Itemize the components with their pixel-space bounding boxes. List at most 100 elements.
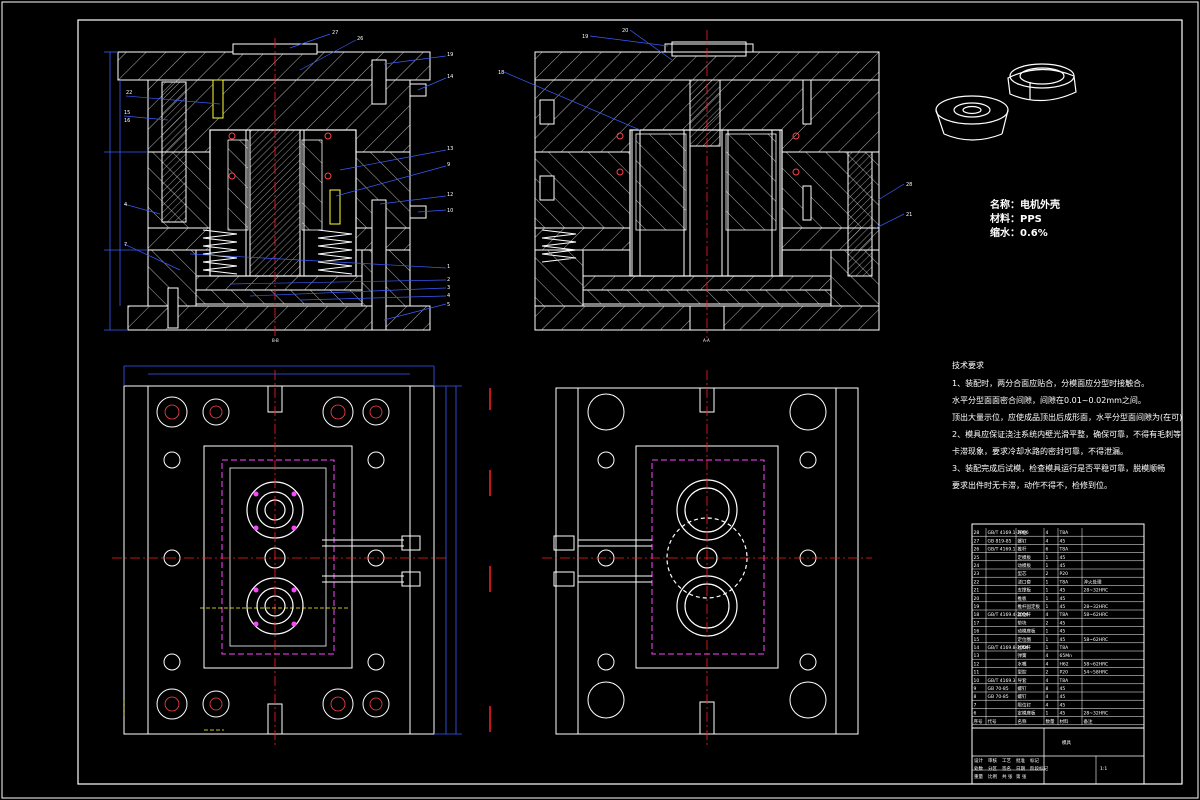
- bom-cell: 4: [1046, 678, 1049, 684]
- bom-cell: GB/T 4169.1: [988, 547, 1016, 553]
- bom-cell: 28: [974, 530, 980, 536]
- title-block-label: 工艺: [1002, 758, 1011, 764]
- drawing-title: 模具: [1062, 739, 1071, 746]
- bom-cell: 58~62HRC: [1084, 637, 1109, 643]
- bom-cell: 21: [974, 588, 980, 594]
- tech-req-line: 卡滞现象，要求冷却水路的密封可靠，不得泄漏。: [952, 446, 1128, 456]
- bom-cell: 2: [1046, 571, 1049, 577]
- tech-req-title: 技术要求: [952, 360, 984, 370]
- bom-cell: 浇口套: [1018, 578, 1032, 585]
- bom-cell: T8A: [1059, 547, 1070, 553]
- bom-cell: 17: [974, 620, 980, 626]
- bom-cell: 4: [1046, 694, 1049, 700]
- bom-cell: 限位钉: [1018, 701, 1032, 708]
- bom-cell: T8A: [1059, 530, 1070, 536]
- svg-text:21: 21: [906, 212, 912, 218]
- bom-cell: 9: [974, 686, 977, 692]
- bom-cell: GB 70-85: [988, 686, 1009, 692]
- bom-cell: 1: [1046, 604, 1049, 610]
- part-material: 材料：PPS: [990, 212, 1042, 225]
- bom-cell: 45: [1060, 702, 1066, 708]
- title-block-label: 日期: [1016, 766, 1025, 772]
- svg-text:5: 5: [447, 302, 450, 308]
- svg-text:27: 27: [332, 30, 338, 36]
- bom-cell: 28~32HRC: [1084, 588, 1109, 594]
- svg-text:B-B: B-B: [272, 338, 279, 343]
- bom-cell: 拉料杆: [1018, 644, 1032, 651]
- part-info: 名称：电机外壳 材料：PPS 缩水：0.6%: [990, 198, 1060, 239]
- svg-text:20: 20: [622, 28, 628, 34]
- tech-req-line: 2、模具应保证浇注系统内壁光滑平整，确保可靠，不得有毛刺等: [952, 429, 1181, 439]
- bom-cell: 1: [1046, 711, 1049, 717]
- bom-cell: T8A: [1059, 645, 1070, 651]
- bom-cell: 支撑板: [1018, 587, 1032, 594]
- tech-req-line: 顶出大量示位，应使成品顶出后成形面，水平分型面间隙为(在可): [952, 412, 1182, 422]
- plan-view-left[interactable]: [112, 365, 462, 748]
- svg-text:19: 19: [447, 52, 453, 58]
- bom-cell: 28~32HRC: [1084, 711, 1109, 717]
- tech-req-line: 3、装配完成后试模，检查模具运行是否平稳可靠，脱模顺畅: [952, 463, 1165, 473]
- bom-cell: 4: [1046, 538, 1049, 544]
- svg-text:2: 2: [447, 277, 450, 283]
- title-block[interactable]: 28 GB/T 4169.1-2006导柱 4 T8A27 GB 819-85 螺钉 4 45…: [971, 523, 1145, 785]
- bom-cell: 1: [1046, 596, 1049, 602]
- bom-cell: 10: [974, 678, 980, 684]
- cad-drawing-canvas[interactable]: 2726 1914 139 1210 12 34 5 2215 164 7 B-…: [0, 0, 1200, 800]
- bom-cell: 4: [1046, 661, 1049, 667]
- bom-cell: 58~62HRC: [1084, 661, 1109, 667]
- bom-cell: GB 819-85: [988, 538, 1012, 544]
- bom-cell: 1: [1046, 588, 1049, 594]
- svg-text:16: 16: [124, 118, 130, 124]
- bom-cell: T8A: [1059, 579, 1070, 585]
- bom-cell: 54~58HRC: [1084, 670, 1109, 676]
- bom-cell: 导柱: [1018, 529, 1027, 536]
- bom-cell: 27: [974, 538, 980, 544]
- svg-text:10: 10: [447, 208, 453, 214]
- svg-text:4: 4: [447, 293, 450, 299]
- title-block-labels: 设计 审核 工艺 批准 标记处数 分区 签名 日期 阶段标记重量 比例共 张第 张 1:1: [974, 757, 1107, 780]
- svg-text:4: 4: [124, 202, 127, 208]
- bom-cell: 7: [974, 702, 977, 708]
- bom-cell: 推板: [1018, 595, 1027, 602]
- bom-cell: 45: [1060, 686, 1066, 692]
- bom-cell: 14: [974, 645, 980, 651]
- bom-cell: 45: [1060, 555, 1066, 561]
- title-block-label: 设计: [974, 757, 983, 764]
- bom-cell: 2: [1046, 670, 1049, 676]
- svg-text:1: 1: [447, 264, 450, 270]
- title-block-label: 第 张: [1016, 773, 1027, 780]
- bom-cell: 型腔: [1018, 669, 1027, 676]
- technical-requirements: 技术要求 1、装配时，两分合面应贴合，分模面应分型时接触合。 水平分型面面密合间…: [952, 360, 1182, 490]
- bom-cell: T8A: [1059, 612, 1070, 618]
- title-block-label: 标记: [1030, 757, 1039, 764]
- plan-view-right[interactable]: [542, 370, 872, 748]
- svg-text:3: 3: [447, 285, 450, 291]
- bom-header-cell: 数量: [1046, 718, 1055, 725]
- tech-req-line: 要求出件时无卡滞，动作不得不，检修到位。: [952, 480, 1112, 490]
- bom-cell: 20: [974, 596, 980, 602]
- bom-cell: 4: [1046, 653, 1049, 659]
- bom-cell: 6: [974, 711, 977, 717]
- bom-cell: P20: [1060, 670, 1069, 676]
- svg-text:9: 9: [447, 162, 450, 168]
- bom-cell: H62: [1060, 661, 1069, 667]
- bom-cell: 24: [974, 563, 980, 569]
- bom-cell: 2: [1046, 620, 1049, 626]
- title-block-label: 比例: [988, 773, 997, 780]
- bom-cell: 45: [1060, 596, 1066, 602]
- bom-cell: 28~32HRC: [1084, 604, 1109, 610]
- title-block-label: 处数: [974, 765, 983, 772]
- bom-cell: GB 70-85: [988, 694, 1009, 700]
- bom-header-cell: 序号: [974, 718, 983, 725]
- section-view-left[interactable]: 2726 1914 139 1210 12 34 5 2215 164 7 B-…: [104, 30, 453, 343]
- bom-header-cell: 备注: [1084, 718, 1093, 725]
- section-view-right[interactable]: 19 20 18 28 21 A-A: [498, 28, 912, 343]
- bom-cell: 水嘴: [1018, 660, 1027, 667]
- bom-cell: GB/T 4169.3: [988, 678, 1016, 684]
- bom-cell: 6: [1046, 547, 1049, 553]
- bom-cell: 45: [1060, 629, 1066, 635]
- bom-cell: 推杆固定板: [1018, 603, 1041, 610]
- bom-cell: 4: [1046, 702, 1049, 708]
- bom-cell: 13: [974, 653, 980, 659]
- bom-cell: 4: [1046, 612, 1049, 618]
